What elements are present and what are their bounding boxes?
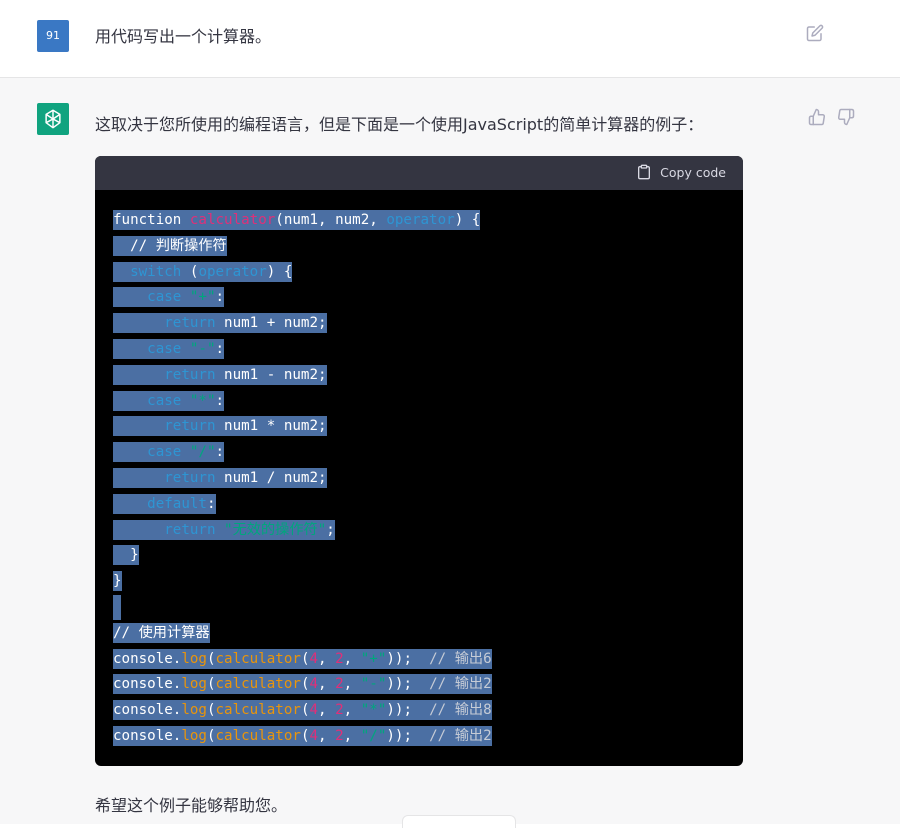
code-block-header: Copy code <box>95 156 743 190</box>
code-line: case "*": <box>113 390 225 411</box>
code-line: console.log(calculator(4, 2, "*")); // 输… <box>113 700 492 721</box>
code-line: switch (operator) { <box>113 261 293 282</box>
edit-icon[interactable] <box>806 24 824 42</box>
openai-logo-icon <box>45 109 61 129</box>
code-line: // 判断操作符 <box>113 235 227 256</box>
clipboard-icon <box>638 164 651 180</box>
thumbs-up-icon[interactable] <box>808 108 826 126</box>
thumbs-down-icon[interactable] <box>837 108 855 126</box>
code-line <box>113 594 492 621</box>
copy-code-label: Copy code <box>660 164 726 180</box>
code-line: return num1 - num2; <box>113 364 327 385</box>
user-message-row: 91 用代码写出一个计算器。 <box>0 0 900 78</box>
code-line: // 使用计算器 <box>113 622 210 643</box>
code-line: return "无效的操作符"; <box>113 519 335 540</box>
code-line: console.log(calculator(4, 2, "/")); // 输… <box>113 725 492 746</box>
assistant-intro-text: 这取决于您所使用的编程语言，但是下面是一个使用JavaScript的简单计算器的… <box>95 115 704 134</box>
copy-code-button[interactable]: Copy code <box>636 164 726 180</box>
code-line: return num1 / num2; <box>113 467 327 488</box>
code-line: case "-": <box>113 338 225 359</box>
user-avatar: 91 <box>37 20 69 52</box>
code-line: console.log(calculator(4, 2, "-")); // 输… <box>113 674 492 695</box>
code-line: default: <box>113 493 216 514</box>
code-line: } <box>113 545 139 566</box>
code-line: console.log(calculator(4, 2, "+")); // 输… <box>113 648 492 669</box>
code-line: function calculator(num1, num2, operator… <box>113 210 481 230</box>
code-line: return num1 * num2; <box>113 416 327 437</box>
code-line: case "/": <box>113 442 225 463</box>
assistant-message-row: 这取决于您所使用的编程语言，但是下面是一个使用JavaScript的简单计算器的… <box>0 78 900 824</box>
assistant-closing-text: 希望这个例子能够帮助您。 <box>95 796 288 815</box>
code-line: return num1 + num2; <box>113 313 327 334</box>
assistant-avatar <box>37 103 69 135</box>
code-line: case "+": <box>113 287 225 308</box>
regenerate-button-edge[interactable] <box>402 815 516 828</box>
code-content[interactable]: function calculator(num1, num2, operator… <box>113 208 492 750</box>
user-message-text: 用代码写出一个计算器。 <box>95 27 272 46</box>
code-block: Copy code function calculator(num1, num2… <box>95 156 743 766</box>
code-line: } <box>113 571 122 592</box>
